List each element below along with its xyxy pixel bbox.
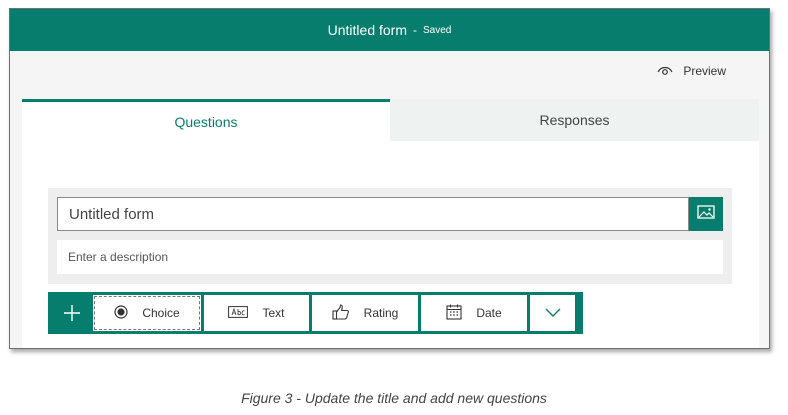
text-label: Text — [262, 306, 285, 320]
add-question-button[interactable] — [51, 295, 93, 331]
choice-question-button[interactable]: Choice — [93, 295, 201, 331]
tab-questions[interactable]: Questions — [22, 99, 390, 141]
thumbs-up-icon — [332, 303, 350, 323]
form-title-input[interactable]: Untitled form — [57, 197, 689, 231]
choice-label: Choice — [142, 306, 180, 320]
image-icon — [697, 204, 715, 224]
top-bar: Untitled form - Saved — [10, 9, 769, 51]
form-header-card: Untitled form Enter a description — [48, 188, 732, 284]
insert-image-button[interactable] — [689, 197, 723, 231]
tab-responses[interactable]: Responses — [390, 99, 759, 141]
text-question-button[interactable]: Text — [204, 295, 309, 331]
figure-caption: Figure 3 - Update the title and add new … — [241, 390, 547, 406]
rating-question-button[interactable]: Rating — [312, 295, 418, 331]
calendar-icon — [446, 304, 462, 323]
title-separator: - — [413, 23, 417, 37]
radio-icon — [114, 304, 128, 322]
add-question-toolbar: Choice Text Rating Date — [48, 292, 583, 334]
date-label: Date — [476, 306, 502, 320]
tab-bar: Questions Responses — [22, 99, 759, 141]
form-description-input[interactable]: Enter a description — [57, 240, 723, 274]
chevron-down-icon — [545, 306, 561, 320]
plus-icon — [63, 297, 81, 329]
form-title-header: Untitled form — [327, 22, 407, 38]
text-box-icon — [228, 305, 249, 321]
save-status: Saved — [423, 24, 452, 36]
date-question-button[interactable]: Date — [421, 295, 527, 331]
more-question-types-button[interactable] — [530, 295, 575, 331]
eye-icon — [657, 65, 673, 77]
preview-label: Preview — [683, 64, 726, 78]
preview-button[interactable]: Preview — [657, 64, 726, 78]
rating-label: Rating — [363, 306, 399, 320]
forms-window: Untitled form - Saved Preview Questions … — [9, 8, 770, 349]
